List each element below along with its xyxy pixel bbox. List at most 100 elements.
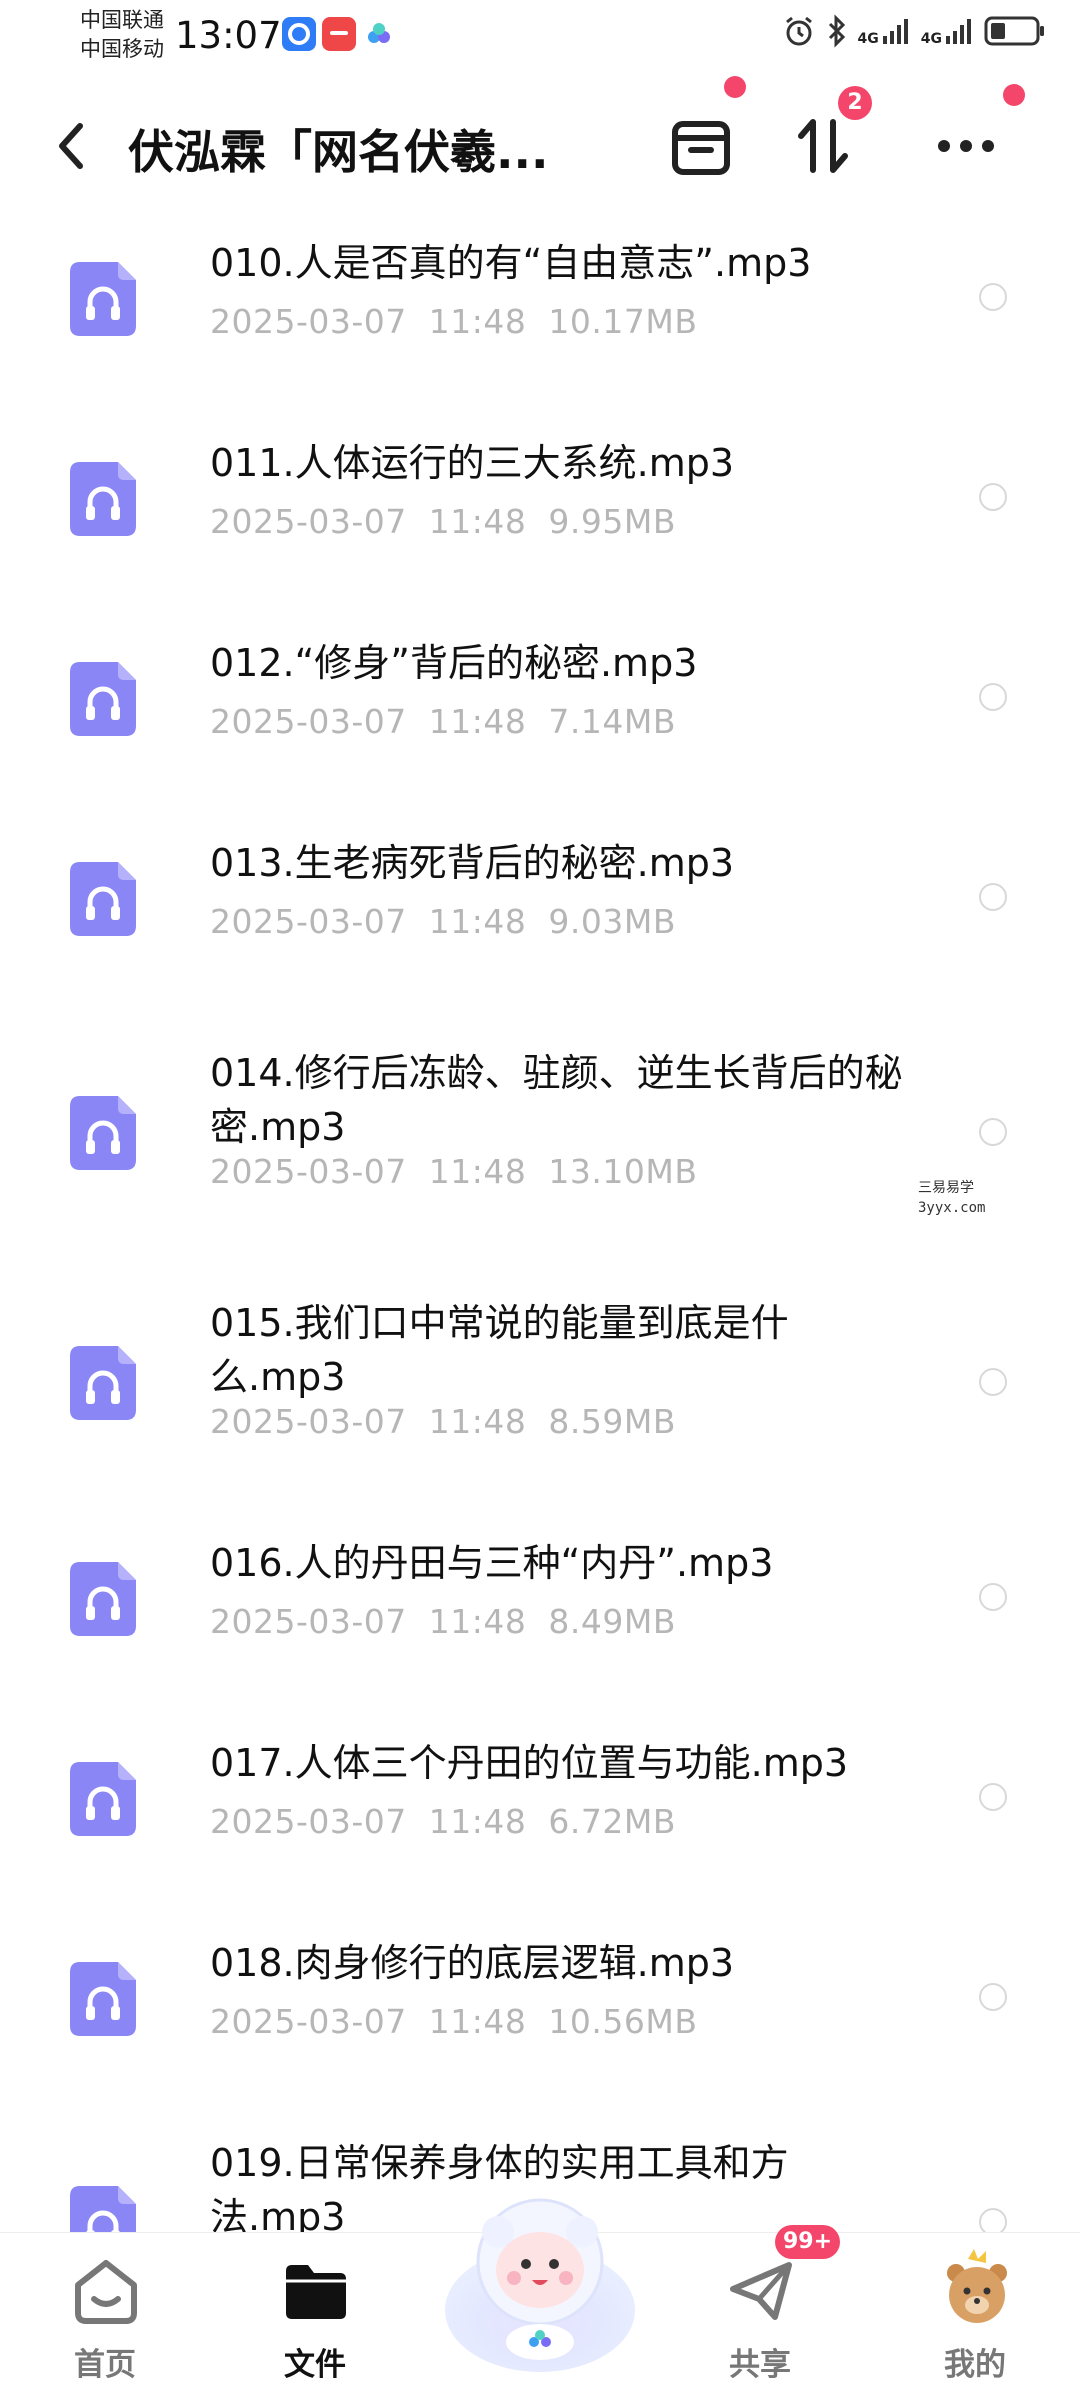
file-size: 9.03MB (548, 902, 676, 941)
carrier-1: 中国联通 (80, 8, 164, 32)
file-size: 7.14MB (548, 702, 676, 741)
file-size: 8.59MB (548, 1402, 676, 1441)
network-type-2: 4G (920, 31, 942, 47)
network-type-1: 4G (857, 31, 879, 47)
file-size: 10.56MB (548, 2002, 698, 2041)
audio-file-icon (70, 1096, 136, 1170)
file-name: 016.人的丹田与三种“内丹”.mp3 (210, 1541, 774, 1585)
more-options-button[interactable] (928, 108, 1004, 184)
file-size: 9.95MB (548, 502, 676, 541)
share-badge: 99+ (775, 2225, 841, 2259)
nav-home-label: 首页 (74, 2347, 136, 2383)
select-radio[interactable] (979, 1783, 1007, 1811)
file-time: 11:48 (428, 1152, 527, 1191)
signal-bars-icon (946, 19, 971, 44)
file-name: 014.修行后冻龄、驻颜、逆生长背后的秘密.mp3 (210, 1051, 903, 1149)
inbox-button[interactable] (663, 108, 739, 184)
folder-icon (286, 2265, 346, 2319)
status-bar: 中国联通 中国移动 13:07 4G 4G (0, 0, 1080, 75)
file-time: 11:48 (428, 1802, 527, 1841)
file-meta: 2025-03-07 11:48 8.59MB (210, 1402, 676, 1441)
assistant-mascot-button[interactable] (430, 2160, 650, 2380)
select-radio[interactable] (979, 683, 1007, 711)
carrier-2: 中国移动 (80, 37, 164, 61)
signal-2: 4G (921, 16, 974, 46)
file-time: 11:48 (428, 902, 527, 941)
signal-bars-icon (882, 19, 908, 44)
file-time: 11:48 (428, 1402, 527, 1441)
blue-app-icon (282, 17, 316, 51)
file-time: 11:48 (428, 1602, 527, 1641)
select-radio[interactable] (979, 1368, 1007, 1396)
nav-mine[interactable]: 我的 (900, 2233, 1050, 2401)
notification-dot (724, 76, 746, 98)
file-date: 2025-03-07 (210, 902, 407, 941)
status-time: 13:07 (175, 14, 282, 57)
file-date: 2025-03-07 (210, 2002, 407, 2041)
audio-file-icon (70, 1346, 136, 1420)
watermark-line-1: 三易易学 (918, 1180, 974, 1196)
select-radio[interactable] (979, 483, 1007, 511)
file-meta: 2025-03-07 11:48 7.14MB (210, 702, 676, 741)
audio-file-icon (70, 1962, 136, 2036)
red-app-icon (322, 17, 356, 51)
watermark: 三易易学 3yyx.com (918, 1178, 985, 1218)
file-name: 010.人是否真的有“自由意志”.mp3 (210, 241, 812, 285)
file-size: 8.49MB (548, 1602, 676, 1641)
nav-share-label: 共享 (729, 2347, 791, 2383)
file-meta: 2025-03-07 11:48 9.03MB (210, 902, 676, 941)
select-radio[interactable] (979, 1583, 1007, 1611)
file-name: 017.人体三个丹田的位置与功能.mp3 (210, 1741, 849, 1785)
file-date: 2025-03-07 (210, 502, 407, 541)
file-time: 11:48 (428, 302, 527, 341)
file-meta: 2025-03-07 11:48 6.72MB (210, 1802, 676, 1841)
bluetooth-icon (828, 14, 845, 48)
notification-dot (1003, 84, 1025, 106)
file-name: 013.生老病死背后的秘密.mp3 (210, 841, 735, 885)
file-date: 2025-03-07 (210, 302, 407, 341)
file-date: 2025-03-07 (210, 1402, 407, 1441)
file-size: 6.72MB (548, 1802, 676, 1841)
audio-file-icon (70, 662, 136, 736)
nav-home[interactable]: 首页 (30, 2233, 180, 2401)
file-meta: 2025-03-07 11:48 10.17MB (210, 302, 697, 341)
paper-plane-icon (730, 2262, 792, 2320)
file-time: 11:48 (428, 502, 527, 541)
nav-share[interactable]: 99+ 共享 (685, 2225, 841, 2401)
cloud-app-icon (362, 17, 396, 51)
folder-title: 伏泓霖「网名伏羲... (128, 125, 549, 179)
select-radio[interactable] (979, 883, 1007, 911)
file-date: 2025-03-07 (210, 1152, 407, 1191)
select-radio[interactable] (979, 283, 1007, 311)
file-size: 10.17MB (548, 302, 698, 341)
file-date: 2025-03-07 (210, 1802, 407, 1841)
sort-badge: 2 (838, 86, 872, 120)
more-dots-icon (938, 140, 994, 152)
select-radio[interactable] (979, 1983, 1007, 2011)
carrier-labels: 中国联通 中国移动 (80, 6, 164, 64)
watermark-line-2: 3yyx.com (918, 1200, 986, 1216)
file-time: 11:48 (428, 2002, 527, 2041)
file-meta: 2025-03-07 11:48 13.10MB (210, 1152, 697, 1191)
file-name: 012.“修身”背后的秘密.mp3 (210, 641, 698, 685)
audio-file-icon (70, 462, 136, 536)
file-name: 015.我们口中常说的能量到底是什么.mp3 (210, 1301, 789, 1399)
file-name: 011.人体运行的三大系统.mp3 (210, 441, 735, 485)
battery-icon (984, 16, 1044, 46)
select-radio[interactable] (979, 1118, 1007, 1146)
nav-mine-label: 我的 (944, 2347, 1006, 2383)
file-date: 2025-03-07 (210, 702, 407, 741)
file-time: 11:48 (428, 702, 527, 741)
file-date: 2025-03-07 (210, 1602, 407, 1641)
file-size: 13.10MB (548, 1152, 698, 1191)
back-arrow-icon[interactable] (50, 118, 94, 174)
file-meta: 2025-03-07 11:48 8.49MB (210, 1602, 676, 1641)
nav-files[interactable]: 文件 (240, 2233, 390, 2401)
file-meta: 2025-03-07 11:48 10.56MB (210, 2002, 697, 2041)
signal-1: 4G (858, 16, 911, 46)
status-icons: 4G 4G (782, 14, 1046, 48)
file-name: 018.肉身修行的底层逻辑.mp3 (210, 1941, 735, 1985)
audio-file-icon (70, 1562, 136, 1636)
home-icon (75, 2260, 137, 2324)
audio-file-icon (70, 262, 136, 336)
